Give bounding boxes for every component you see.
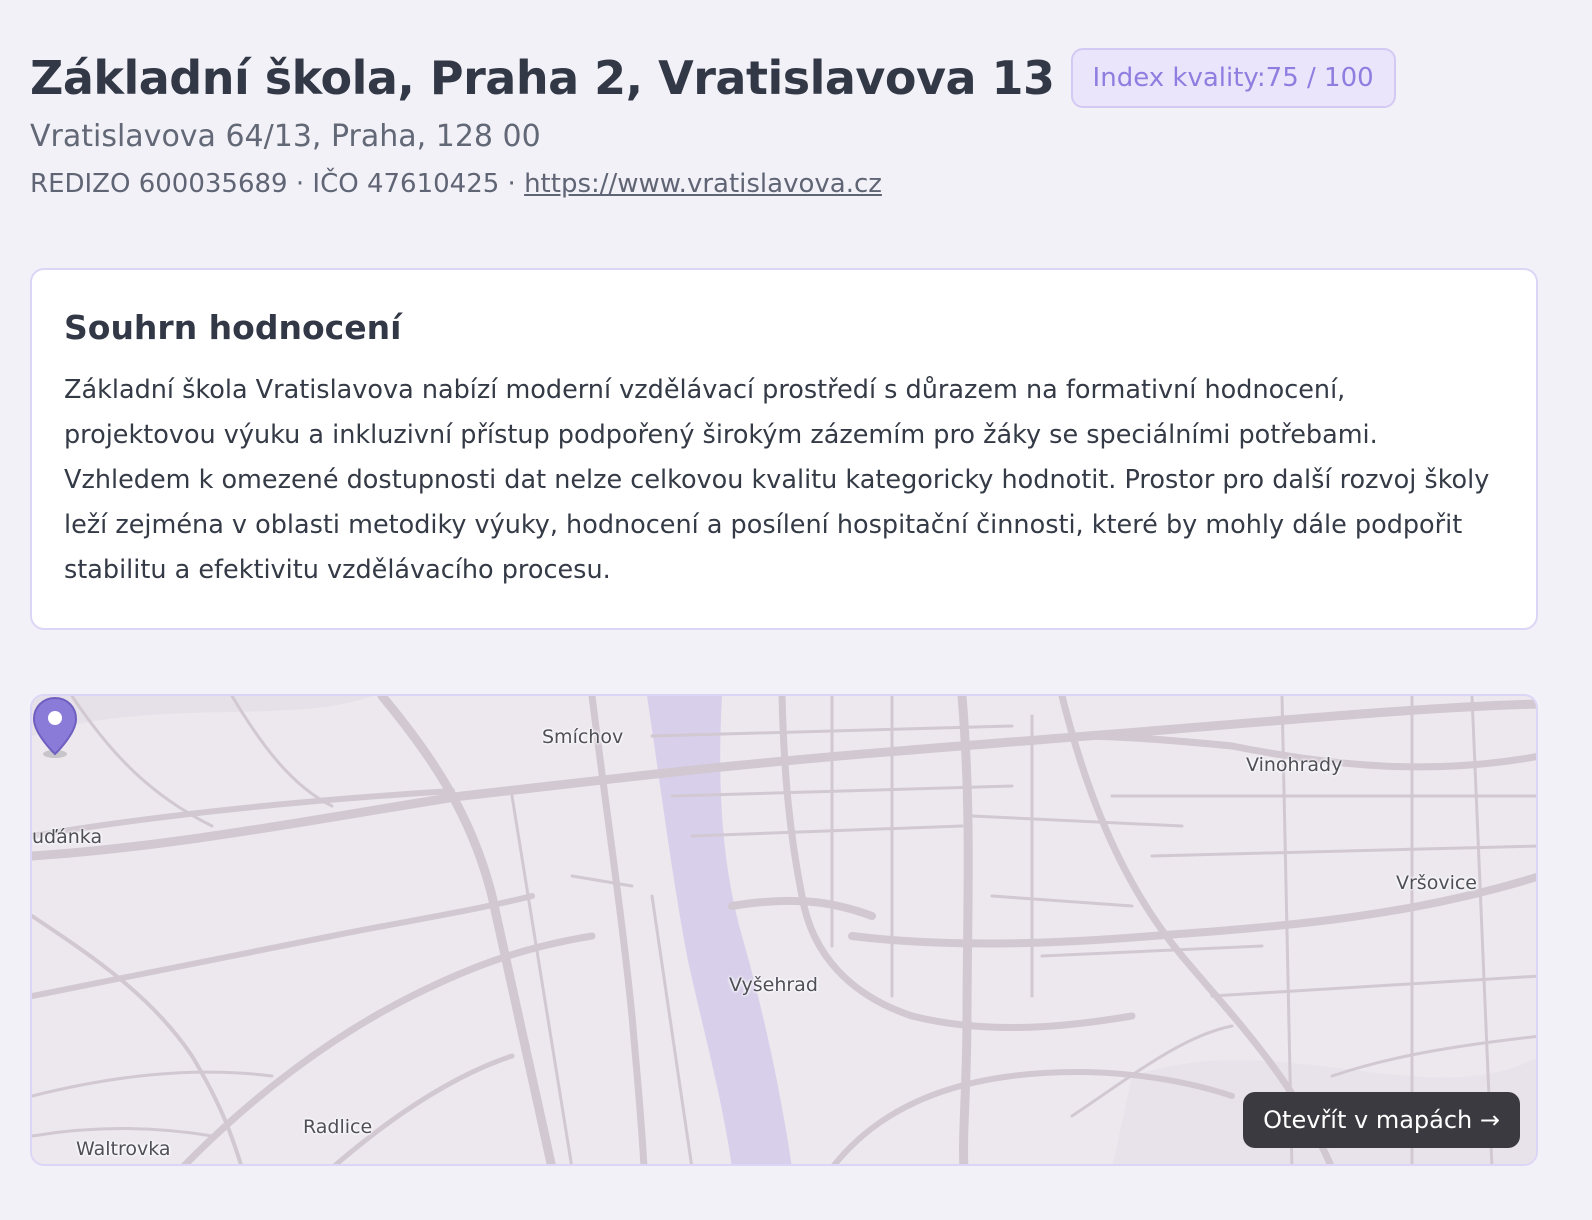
place-budanka: uďánka	[32, 826, 103, 848]
place-vinohrady: Vinohrady	[1246, 754, 1343, 776]
website-link[interactable]: https://www.vratislavova.cz	[524, 169, 882, 199]
school-address: Vratislavova 64/13, Praha, 128 00	[30, 119, 541, 154]
school-header: Základní škola, Praha 2, Vratislavova 13…	[30, 46, 1560, 202]
place-waltrovka: Waltrovka	[76, 1138, 171, 1160]
summary-card: Souhrn hodnocení Základní škola Vratisla…	[30, 268, 1538, 630]
location-pin-icon[interactable]	[32, 696, 78, 760]
map[interactable]: Smíchov Vinohrady uďánka Vršovice Vyšehr…	[30, 694, 1538, 1166]
page-title: Základní škola, Praha 2, Vratislavova 13	[30, 51, 1055, 105]
open-in-maps-button[interactable]: Otevřít v mapách →	[1243, 1092, 1520, 1148]
summary-heading: Souhrn hodnocení	[64, 308, 402, 347]
place-smichov: Smíchov	[542, 726, 624, 748]
ids-text: REDIZO 600035689 · IČO 47610425 ·	[30, 169, 525, 199]
quality-index-badge: Index kvality:75 / 100	[1070, 48, 1396, 108]
title-row: Základní škola, Praha 2, Vratislavova 13…	[30, 46, 1560, 110]
school-identifiers: REDIZO 600035689 · IČO 47610425 · https:…	[30, 166, 1560, 202]
place-radlice: Radlice	[303, 1116, 373, 1138]
place-vysehrad: Vyšehrad	[729, 974, 818, 996]
summary-text: Základní škola Vratislavova nabízí moder…	[64, 375, 1490, 585]
place-vrsovice: Vršovice	[1396, 872, 1477, 894]
